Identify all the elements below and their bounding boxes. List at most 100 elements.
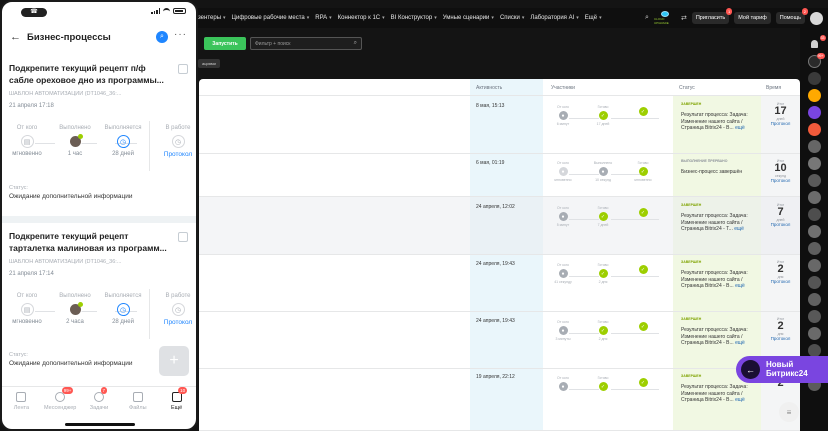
menu-item-3[interactable]: Коннектор к 1С ▾ [335, 15, 388, 21]
menu-item-6[interactable]: Списки ▾ [497, 15, 527, 21]
menu-item-0[interactable]: зентеры ▾ [195, 15, 229, 21]
process-card[interactable]: Подкрепите текущий рецепт п/ф сабле орех… [5, 62, 193, 215]
tab-messenger[interactable]: Мессенджер 99+ [41, 387, 80, 418]
swap-icon[interactable]: ⇄ [681, 14, 687, 22]
flow-in-work: В работе ◷ Протокол [158, 293, 196, 326]
tab-tasks[interactable]: Задачи 7 [80, 387, 119, 418]
tariff-button[interactable]: Мой тариф [734, 12, 771, 24]
more-link[interactable]: ещё [734, 226, 744, 232]
status-text: Результат процесса: Задача: Изменение на… [681, 112, 748, 131]
back-arrow-icon[interactable]: ← [10, 31, 21, 43]
contact-avatar[interactable] [807, 293, 821, 306]
menu-item-1[interactable]: Цифровые рабочие места ▾ [229, 15, 313, 21]
flow-in-work: В работе ◷ Протокол [158, 125, 196, 158]
run-button[interactable]: Запустить [204, 37, 246, 50]
menu-icon[interactable]: ≡ [779, 402, 799, 422]
check-icon: ✓ [598, 111, 608, 120]
protocol-link[interactable]: Протокол [763, 336, 798, 341]
contact-avatar[interactable] [807, 259, 821, 272]
step-from: От кого ● 41 секунду [554, 263, 572, 284]
search-user-icon[interactable]: ⌕ [156, 31, 168, 43]
protocol-link[interactable]: Протокол [763, 178, 798, 183]
status-badge: ЗАВЕРШЕН [681, 102, 702, 106]
more-link[interactable]: ещё [735, 340, 745, 346]
header-participants[interactable]: Участники [551, 79, 575, 96]
help-button[interactable]: Помощь 2 [775, 8, 808, 24]
contact-avatar[interactable] [807, 327, 821, 340]
filter-tag[interactable]: ациями [198, 59, 220, 68]
chevron-down-icon: ▾ [521, 15, 525, 21]
protocol-link[interactable]: Протокол [763, 222, 798, 227]
protocol-link[interactable]: Протокол [158, 319, 196, 326]
card-checkbox[interactable] [178, 64, 188, 74]
status-cell: ЗАВЕРШЕН Результат процесса: Задача: Изме… [681, 317, 759, 347]
status-badge: ЗАВЕРШЕН [681, 317, 702, 321]
more-link[interactable]: ещё [735, 397, 745, 403]
contact-avatar[interactable] [807, 89, 821, 102]
menu-item-2[interactable]: RPA ▾ [312, 15, 334, 21]
contact-avatar[interactable] [807, 276, 821, 289]
messenger-icon[interactable]: 99+ [807, 53, 825, 68]
flow-from: От кого ▤ мгновенно [12, 293, 42, 325]
contact-avatar[interactable] [807, 191, 821, 204]
contact-avatar[interactable] [807, 140, 821, 153]
new-bitrix24-promo[interactable]: ← Новый Битрикс24 [736, 356, 828, 383]
protocol-link[interactable]: Протокол [763, 121, 798, 126]
protocol-link[interactable]: Протокол [158, 151, 196, 158]
contact-avatar[interactable] [807, 242, 821, 255]
clock-icon: ◷ [171, 303, 185, 316]
status-value: Ожидание дополнительной информации [9, 360, 133, 367]
more-link[interactable]: ещё [735, 125, 745, 131]
add-button[interactable]: + [159, 346, 189, 376]
call-pill[interactable]: ☎ [21, 8, 47, 17]
tab-files[interactable]: Файлы [118, 387, 157, 418]
status-value: Ожидание дополнительной информации [9, 193, 133, 200]
header-time[interactable]: Время [766, 79, 781, 96]
contact-avatar[interactable] [807, 208, 821, 221]
cloud-upgrade-logo[interactable]: CLOUD UPGRADE [654, 11, 676, 25]
page-title: Бизнес-процессы [27, 31, 111, 43]
chevron-down-icon: ▾ [434, 15, 437, 21]
status-label: Статус: [9, 352, 28, 358]
bottom-tab-bar: Лента Мессенджер 99+ Задачи 7 Файлы Ещё 10 [2, 386, 196, 418]
user-avatar[interactable] [810, 11, 823, 25]
filter-search-input[interactable]: Фильтр + поиск ⌕ [250, 37, 362, 50]
more-link[interactable]: ещё [735, 283, 745, 289]
participants-steps: От кого ● мгновенно Выполнено ● 10 секунд Го… [551, 161, 667, 201]
more-icon[interactable]: ··· [174, 29, 187, 40]
menu-item-7[interactable]: Лаборатория AI ▾ [527, 15, 581, 21]
menu-item-5[interactable]: Умные сценарии ▾ [440, 15, 497, 21]
step-from: От кого ● 3 минуты [555, 320, 571, 341]
search-icon[interactable]: ⌕ [645, 14, 649, 22]
contact-avatar[interactable] [807, 225, 821, 238]
user-avatar [68, 302, 83, 316]
header-activity[interactable]: Активность [476, 79, 502, 96]
check-icon: ✓ [598, 382, 608, 391]
check-icon: ✓ [598, 269, 608, 278]
time-cell: Итог 7 дней Протокол [763, 203, 798, 227]
card-checkbox[interactable] [178, 232, 188, 242]
menu-item-more[interactable]: Ещё ▾ [582, 15, 605, 21]
contact-avatar[interactable] [807, 123, 821, 136]
protocol-link[interactable]: Протокол [763, 279, 798, 284]
battery-icon [173, 8, 186, 14]
phone-icon[interactable] [807, 72, 821, 85]
status-bar: ☎ [2, 2, 196, 22]
contact-avatar[interactable] [807, 310, 821, 323]
card-flow: От кого ▤ мгновенно Выполнено 1 час Выполня… [5, 121, 196, 171]
tab-feed[interactable]: Лента [2, 387, 41, 418]
contact-avatar[interactable] [807, 174, 821, 187]
menu-item-4[interactable]: BI Конструктор ▾ [388, 15, 440, 21]
invite-button[interactable]: Пригласить 1 [691, 8, 733, 24]
step-final: ✓ [631, 263, 655, 276]
user-icon: ● [558, 269, 568, 278]
participants-steps: От кого ● 3 минуты Готово ✓ 2 дня ✓ [551, 320, 667, 360]
contact-avatar[interactable] [807, 106, 821, 119]
header-status[interactable]: Статус [679, 79, 695, 96]
check-icon: ✓ [598, 212, 608, 221]
bell-icon[interactable]: 33 [808, 35, 826, 51]
chevron-down-icon: ▾ [329, 15, 332, 21]
tab-more[interactable]: Ещё 10 [157, 387, 196, 418]
contact-avatar[interactable] [807, 157, 821, 170]
search-icon: ⌕ [353, 40, 357, 46]
